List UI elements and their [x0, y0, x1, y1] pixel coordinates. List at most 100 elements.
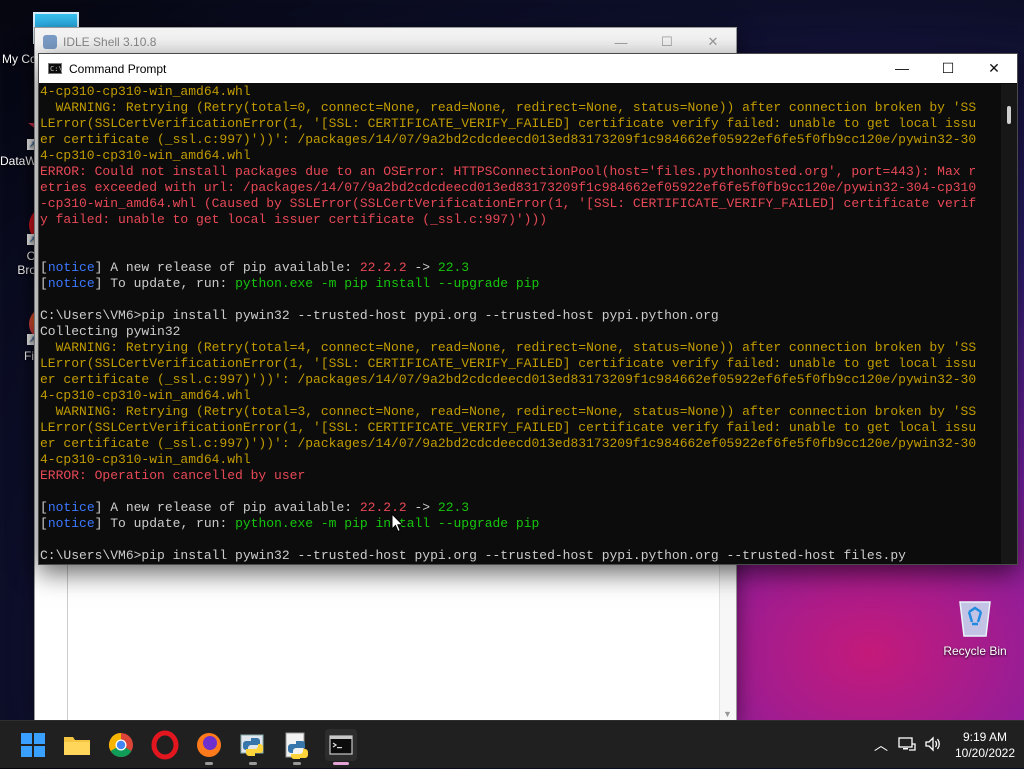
running-indicator: [249, 762, 257, 765]
command-prompt-window[interactable]: C:\ Command Prompt — ☐ ✕ 4-cp310-cp310-w…: [38, 53, 1018, 565]
terminal-text-segment: ->: [406, 260, 438, 275]
terminal-output[interactable]: 4-cp310-cp310-win_amd64.whl WARNING: Ret…: [40, 84, 999, 563]
terminal-text-segment: er certificate (_ssl.c:997)'))': /packag…: [40, 436, 977, 451]
terminal-line: C:\Users\VM6>pip install pywin32 --trust…: [40, 548, 999, 563]
firefox-icon: [197, 733, 221, 757]
idle-line-gutter: [35, 563, 68, 721]
terminal-line: -cp310-win_amd64.whl (Caused by SSLError…: [40, 196, 999, 212]
cmd-close-button[interactable]: ✕: [971, 54, 1017, 83]
terminal-text-segment: ] A new release of pip available:: [94, 260, 360, 275]
terminal-text-segment: ERROR: Operation cancelled by user: [40, 468, 306, 483]
volume-icon[interactable]: [920, 735, 946, 755]
cmd-maximize-button[interactable]: ☐: [925, 54, 971, 83]
terminal-text-segment: C:\Users\VM6>pip install pywin32 --trust…: [40, 548, 906, 563]
terminal-line: er certificate (_ssl.c:997)'))': /packag…: [40, 436, 999, 452]
chrome-icon: [108, 733, 133, 758]
terminal-line: 4-cp310-cp310-win_amd64.whl: [40, 84, 999, 100]
terminal-text-segment: LError(SSLCertVerificationError(1, '[SSL…: [40, 116, 977, 131]
terminal-line: Collecting pywin32: [40, 324, 999, 340]
terminal-text-segment: y failed: unable to get local issuer cer…: [40, 212, 548, 227]
scroll-down-arrow-icon[interactable]: ▼: [723, 709, 732, 719]
system-tray: ︿ 9:19 AM 10/20/2022: [868, 721, 1024, 769]
terminal-text-segment: ] To update, run:: [94, 516, 236, 531]
cmd-scrollbar-thumb[interactable]: [1007, 106, 1011, 124]
network-icon[interactable]: [894, 736, 920, 755]
terminal-line: 4-cp310-cp310-win_amd64.whl: [40, 452, 999, 468]
opera-icon: [151, 730, 179, 760]
terminal-line: LError(SSLCertVerificationError(1, '[SSL…: [40, 356, 999, 372]
recycle-bin-icon: [956, 596, 994, 638]
terminal-text-segment: notice: [47, 516, 95, 531]
idle-scrollbar[interactable]: ▼: [719, 563, 736, 721]
taskbar-chrome[interactable]: [105, 729, 137, 761]
taskbar: ︿ 9:19 AM 10/20/2022: [0, 720, 1024, 768]
terminal-text-segment: python.exe -m pip install --upgrade pip: [235, 516, 540, 531]
recycle-bin-label: Recycle Bin: [943, 644, 1007, 658]
terminal-text-segment: 22.2.2: [359, 260, 407, 275]
start-button[interactable]: [17, 729, 49, 761]
terminal-line: WARNING: Retrying (Retry(total=3, connec…: [40, 404, 999, 420]
terminal-text-segment: ->: [406, 500, 438, 515]
desktop-icon-recycle-bin[interactable]: Recycle Bin: [940, 596, 1010, 658]
cmd-window-title: Command Prompt: [69, 61, 167, 76]
terminal-text-segment: notice: [47, 260, 95, 275]
terminal-line: ERROR: Could not install packages due to…: [40, 164, 999, 180]
taskbar-clock[interactable]: 9:19 AM 10/20/2022: [946, 729, 1024, 761]
terminal-line: [notice] A new release of pip available:…: [40, 500, 999, 516]
terminal-line: WARNING: Retrying (Retry(total=4, connec…: [40, 340, 999, 356]
cmd-minimize-button[interactable]: —: [879, 54, 925, 83]
terminal-text-segment: 4-cp310-cp310-win_amd64.whl: [40, 84, 251, 99]
terminal-text-segment: [: [40, 276, 48, 291]
taskbar-opera[interactable]: [149, 729, 181, 761]
terminal-icon: C:\: [48, 63, 63, 74]
terminal-text-segment: 4-cp310-cp310-win_amd64.whl: [40, 388, 251, 403]
terminal-line: y failed: unable to get local issuer cer…: [40, 212, 999, 228]
taskbar-python[interactable]: [237, 729, 269, 765]
terminal-line: 4-cp310-cp310-win_amd64.whl: [40, 388, 999, 404]
terminal-text-segment: ] A new release of pip available:: [94, 500, 360, 515]
terminal-icon: [329, 735, 353, 755]
idle-title-bar[interactable]: IDLE Shell 3.10.8 — ☐ ✕: [35, 28, 736, 56]
terminal-text-segment: [: [40, 516, 48, 531]
terminal-line: C:\Users\VM6>pip install pywin32 --trust…: [40, 308, 999, 324]
terminal-text-segment: LError(SSLCertVerificationError(1, '[SSL…: [40, 356, 977, 371]
idle-maximize-button[interactable]: ☐: [644, 34, 690, 50]
terminal-text-segment: WARNING: Retrying (Retry(total=3, connec…: [40, 404, 977, 419]
idle-close-button[interactable]: ✕: [690, 34, 736, 50]
terminal-line: er certificate (_ssl.c:997)'))': /packag…: [40, 372, 999, 388]
terminal-text-segment: 4-cp310-cp310-win_amd64.whl: [40, 452, 251, 467]
terminal-line: [notice] To update, run: python.exe -m p…: [40, 516, 999, 532]
idle-window-title: IDLE Shell 3.10.8: [63, 35, 157, 49]
taskbar-file-explorer[interactable]: [61, 729, 93, 761]
desktop-icon-label: O Bro: [17, 249, 36, 277]
cmd-scrollbar[interactable]: [1001, 84, 1017, 564]
terminal-text-segment: -cp310-win_amd64.whl (Caused by SSLError…: [40, 196, 977, 211]
tray-overflow-chevron-icon[interactable]: ︿: [868, 735, 894, 755]
terminal-line: ERROR: Operation cancelled by user: [40, 468, 999, 484]
terminal-text-segment: WARNING: Retrying (Retry(total=0, connec…: [40, 100, 977, 115]
taskbar-firefox[interactable]: [193, 729, 225, 765]
terminal-text-segment: er certificate (_ssl.c:997)'))': /packag…: [40, 372, 977, 387]
terminal-text-segment: etries exceeded with url: /packages/14/0…: [40, 180, 977, 195]
terminal-line: WARNING: Retrying (Retry(total=0, connec…: [40, 100, 999, 116]
terminal-line: LError(SSLCertVerificationError(1, '[SSL…: [40, 420, 999, 436]
terminal-text-segment: notice: [47, 276, 95, 291]
terminal-text-segment: 22.3: [437, 500, 470, 515]
terminal-text-segment: ] To update, run:: [94, 276, 236, 291]
running-indicator: [293, 762, 301, 765]
terminal-line: er certificate (_ssl.c:997)'))': /packag…: [40, 132, 999, 148]
folder-icon: [64, 737, 90, 755]
desktop-icon-label: Fi: [24, 349, 34, 363]
terminal-text-segment: [: [40, 500, 48, 515]
taskbar-command-prompt[interactable]: [325, 729, 357, 765]
terminal-text-segment: C:\Users\VM6>pip install pywin32 --trust…: [40, 308, 719, 323]
taskbar-idle[interactable]: [281, 729, 313, 765]
cmd-title-bar[interactable]: C:\ Command Prompt — ☐ ✕: [39, 54, 1017, 83]
windows-logo-icon: [21, 733, 45, 757]
terminal-text-segment: er certificate (_ssl.c:997)'))': /packag…: [40, 132, 977, 147]
terminal-text-segment: python.exe -m pip install --upgrade pip: [235, 276, 540, 291]
idle-minimize-button[interactable]: —: [598, 35, 644, 50]
python-icon: [240, 734, 264, 756]
